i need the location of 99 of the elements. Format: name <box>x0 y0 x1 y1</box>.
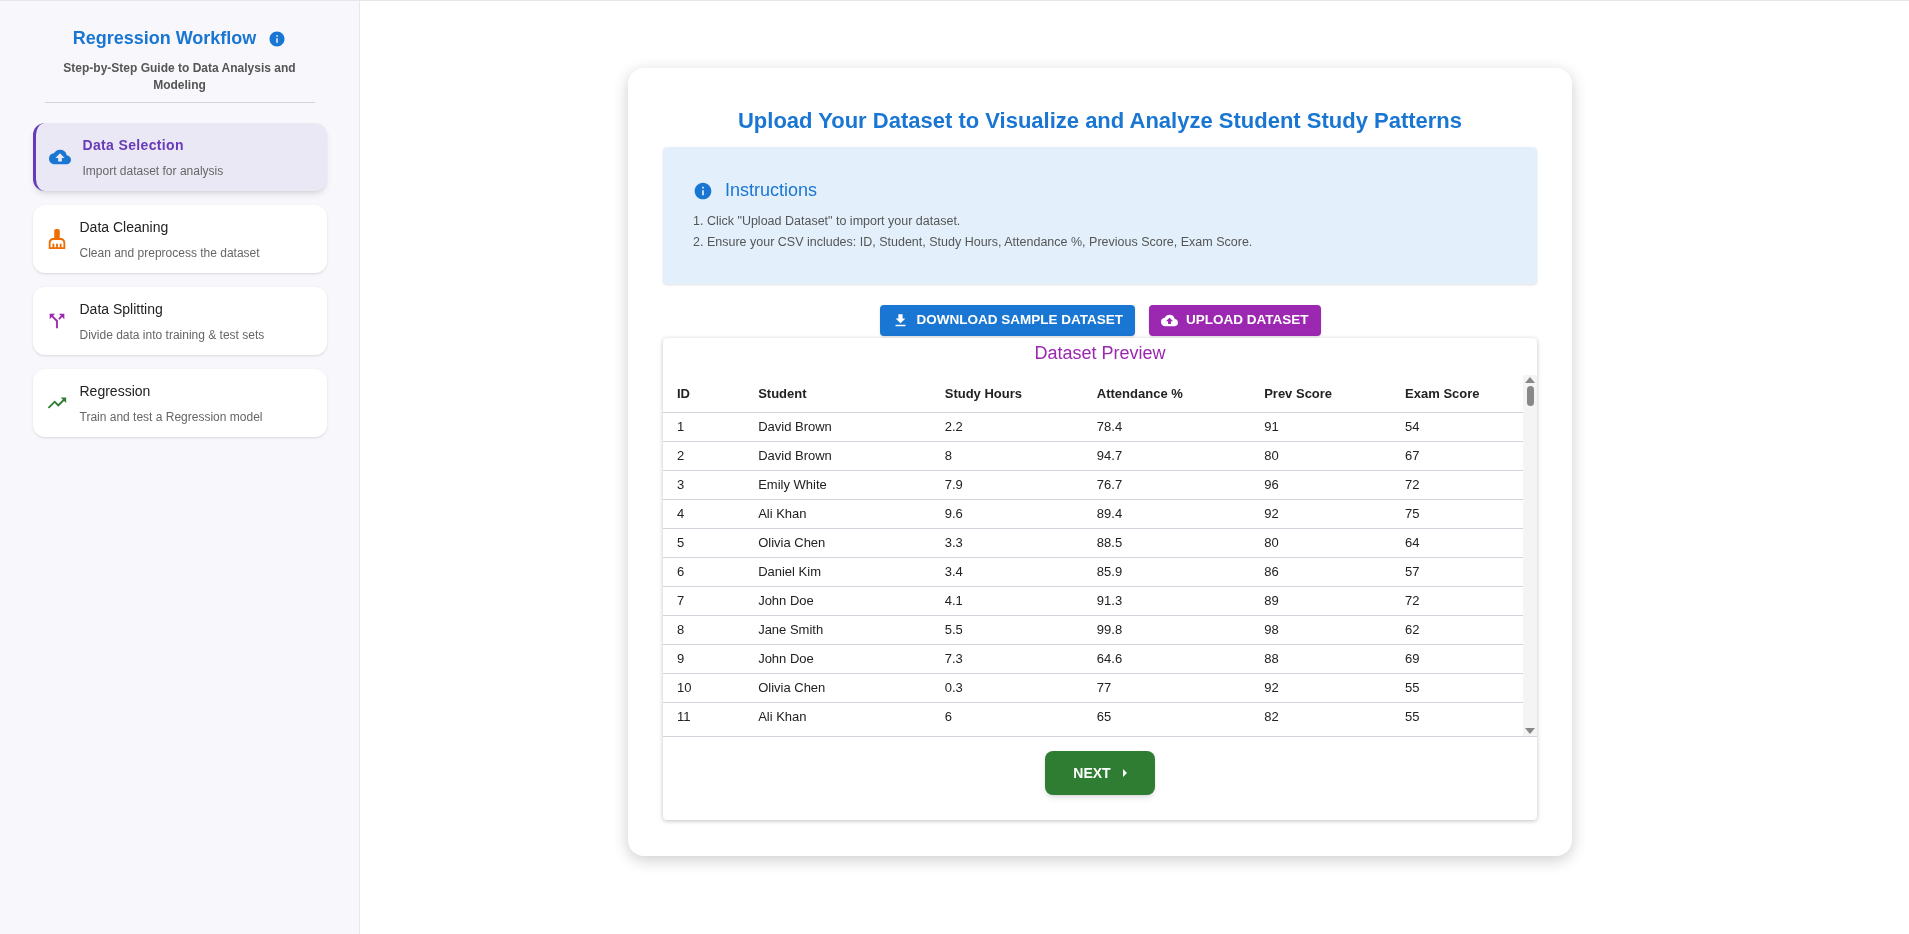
step-description: Train and test a Regression model <box>79 408 263 426</box>
table-cell: 98 <box>1250 615 1392 644</box>
table-cell: 67 <box>1391 441 1523 470</box>
table-cell: David Brown <box>744 412 931 441</box>
table-cell: 2.2 <box>930 412 1083 441</box>
table-cell: 62 <box>1391 615 1523 644</box>
table-cell: 7.3 <box>930 644 1083 673</box>
table-cell: 75 <box>1391 499 1523 528</box>
table-cell: John Doe <box>744 644 931 673</box>
table-cell: 7 <box>663 586 745 615</box>
table-cell: 3 <box>663 470 745 499</box>
column-header: Student <box>744 375 931 412</box>
instruction-line: 2. Ensure your CSV includes: ID, Student, Study Hours, Attendance %, Previous Score, Exam Score. <box>693 233 1254 251</box>
table-cell: 9.6 <box>930 499 1083 528</box>
table-cell: 92 <box>1250 673 1392 702</box>
instruction-line: 1. Click "Upload Dataset" to import your dataset. <box>693 213 962 230</box>
table-cell: 1 <box>663 412 745 441</box>
table-cell: 77 <box>1082 673 1251 702</box>
table-cell: 99.8 <box>1082 615 1251 644</box>
table-cell: 88 <box>1250 644 1392 673</box>
table-cell: 65 <box>1082 702 1251 731</box>
scrollbar[interactable] <box>1523 375 1537 736</box>
table-cell: 92 <box>1250 499 1392 528</box>
column-header: Prev Score <box>1250 375 1392 412</box>
table-cell: 85.9 <box>1082 557 1251 586</box>
sidebar-title: Regression Workflow <box>72 27 257 50</box>
step-card[interactable]: Data Cleaning Clean and preprocess the dataset <box>32 205 327 273</box>
table-cell: 8 <box>930 441 1083 470</box>
table-cell: 69 <box>1391 644 1523 673</box>
column-header: Study Hours <box>930 375 1083 412</box>
table-cell: 78.4 <box>1082 412 1251 441</box>
step-card[interactable]: Regression Train and test a Regression model <box>32 369 327 437</box>
table-cell: Olivia Chen <box>744 528 931 557</box>
table-cell: 86 <box>1250 557 1392 586</box>
table-cell: Emily White <box>744 470 931 499</box>
cloud-upload-icon <box>1161 312 1178 329</box>
table-cell: 72 <box>1391 470 1523 499</box>
table-cell: 0.3 <box>930 673 1083 702</box>
table-cell: 9 <box>663 644 745 673</box>
info-icon[interactable] <box>268 29 287 48</box>
table-cell: David Brown <box>744 441 931 470</box>
caret-icon <box>1122 769 1127 777</box>
table-cell: 57 <box>1391 557 1523 586</box>
table-cell: 80 <box>1250 441 1392 470</box>
next-button[interactable]: NEXT <box>1045 751 1155 795</box>
step-title: Regression <box>79 381 152 401</box>
table-cell: 5.5 <box>930 615 1083 644</box>
column-header: Attendance % <box>1082 375 1251 412</box>
step-description: Clean and preprocess the dataset <box>79 244 260 262</box>
table-cell: 3.3 <box>930 528 1083 557</box>
table-cell: 4 <box>663 499 745 528</box>
step-description: Divide data into training & test sets <box>79 326 265 344</box>
table-cell: Ali Khan <box>744 499 931 528</box>
table-cell: 2 <box>663 441 745 470</box>
table-cell: 7.9 <box>930 470 1083 499</box>
table-cell: Olivia Chen <box>744 673 931 702</box>
table-cell: 8 <box>663 615 745 644</box>
sidebar-subtitle: Step-by-Step Guide to Data Analysis and Modeling <box>62 60 297 94</box>
table-cell: 55 <box>1391 673 1523 702</box>
table-cell: 91.3 <box>1082 586 1251 615</box>
table-cell: 64 <box>1391 528 1523 557</box>
table-cell: 4.1 <box>930 586 1083 615</box>
table-cell: 10 <box>663 673 745 702</box>
table-cell: 6 <box>930 702 1083 731</box>
preview-title: Dataset Preview <box>1034 342 1166 365</box>
action-button[interactable]: UPLOAD DATASET <box>1149 305 1321 336</box>
table-cell: 54 <box>1391 412 1523 441</box>
step-card[interactable]: Data Selection Import dataset for analysis <box>32 123 327 191</box>
column-header: Exam Score <box>1391 375 1523 412</box>
table-cell: 76.7 <box>1082 470 1251 499</box>
table-cell: 3.4 <box>930 557 1083 586</box>
table-cell: 80 <box>1250 528 1392 557</box>
table-cell: 72 <box>1391 586 1523 615</box>
table-cell: 5 <box>663 528 745 557</box>
step-title: Data Selection <box>82 135 185 155</box>
table-cell: Ali Khan <box>744 702 931 731</box>
table-cell: 82 <box>1250 702 1392 731</box>
step-title: Data Splitting <box>79 299 164 319</box>
step-description: Import dataset for analysis <box>82 162 224 180</box>
instructions-title: Instructions <box>725 179 818 202</box>
action-button[interactable]: DOWNLOAD SAMPLE DATASET <box>879 305 1135 336</box>
table-cell: 11 <box>663 702 745 731</box>
table-cell: 6 <box>663 557 745 586</box>
step-card[interactable]: Data Splitting Divide data into training & test sets <box>32 287 327 355</box>
table-cell: Daniel Kim <box>744 557 931 586</box>
table-cell: 94.7 <box>1082 441 1251 470</box>
table-cell: 64.6 <box>1082 644 1251 673</box>
page-heading: Upload Your Dataset to Visualize and Analyze Student Study Patterns <box>737 107 1463 135</box>
table-cell: 88.5 <box>1082 528 1251 557</box>
table-cell: 96 <box>1250 470 1392 499</box>
table-cell: 89 <box>1250 586 1392 615</box>
table-cell: John Doe <box>744 586 931 615</box>
column-header: ID <box>663 375 745 412</box>
table-cell: 55 <box>1391 702 1523 731</box>
info-icon <box>693 180 713 201</box>
table-cell: Jane Smith <box>744 615 931 644</box>
table-cell: 89.4 <box>1082 499 1251 528</box>
table-cell: 91 <box>1250 412 1392 441</box>
step-title: Data Cleaning <box>79 217 170 237</box>
